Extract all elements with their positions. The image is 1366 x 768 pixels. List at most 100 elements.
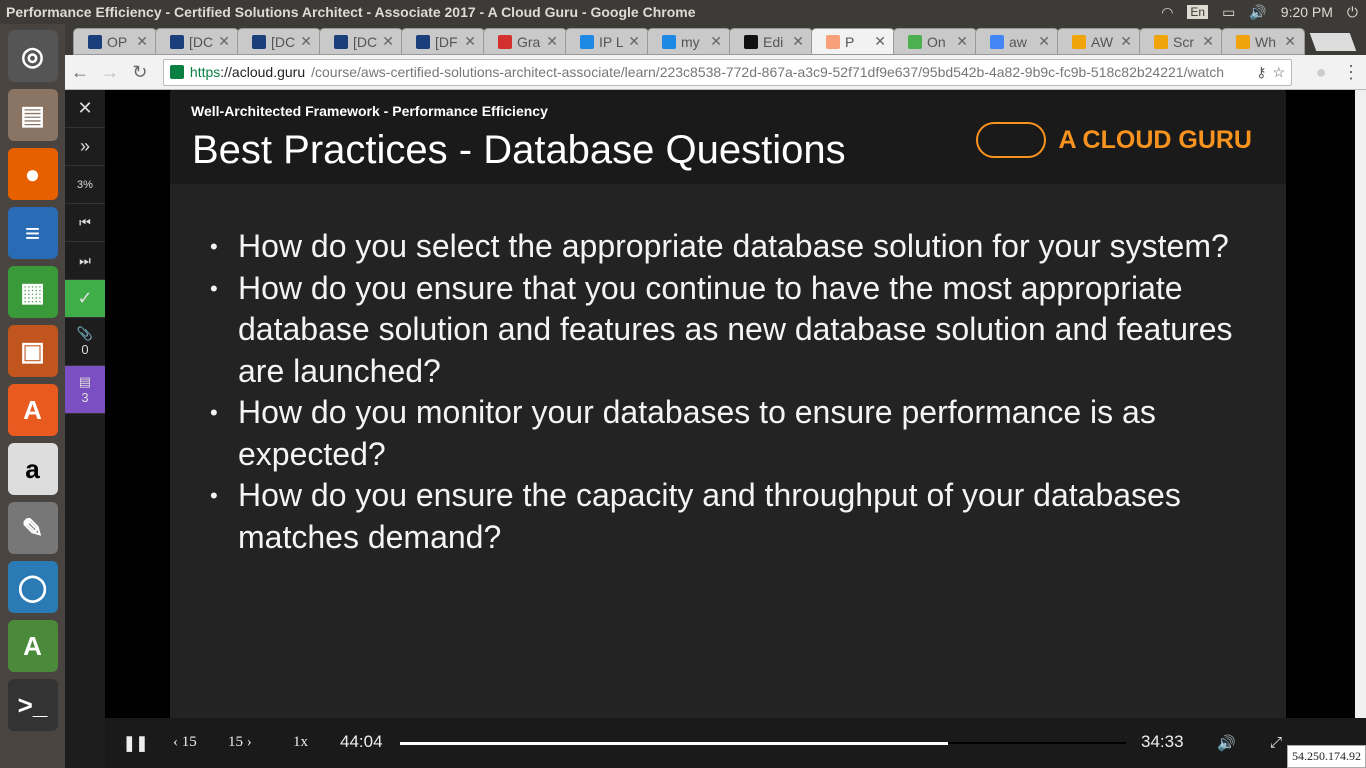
comment-icon: ▤ (78, 374, 92, 389)
remaining-time: 34:33 (1141, 732, 1184, 751)
a-cloud-guru-logo: A CLOUD GURU (976, 122, 1252, 158)
close-button[interactable]: ✕ (65, 90, 105, 128)
favicon-icon (990, 34, 1004, 49)
close-tab-icon[interactable]: ✕ (792, 33, 804, 50)
close-tab-icon[interactable]: ✕ (464, 33, 476, 50)
favicon-icon (826, 34, 840, 49)
tab-label: Edi (763, 33, 784, 50)
favicon-icon (416, 34, 430, 49)
comments-count: 3 (81, 390, 89, 405)
forward-15-button[interactable]: 15 › (228, 734, 252, 751)
window-title-bar: Performance Efficiency - Certified Solut… (0, 0, 1366, 24)
browser-tab[interactable]: my ✕ (647, 28, 731, 55)
favicon-icon (662, 34, 676, 49)
browser-tab[interactable]: aw ✕ (975, 28, 1059, 55)
browser-tab[interactable]: Gra ✕ (483, 28, 567, 55)
toolbar: ← → ↻ https://acloud.guru/course/aws-cer… (65, 55, 1366, 90)
close-tab-icon[interactable]: ✕ (1038, 33, 1050, 50)
favicon-icon (170, 34, 184, 49)
extension-icon[interactable]: ● (1306, 62, 1336, 83)
writer-icon[interactable]: ≡ (7, 207, 58, 259)
reload-button[interactable]: ↻ (125, 62, 155, 83)
close-tab-icon[interactable]: ✕ (300, 33, 312, 50)
browser-tab[interactable]: IP L ✕ (565, 28, 649, 55)
bullet-item: How do you monitor your databases to ens… (210, 392, 1250, 475)
volume-icon[interactable]: 🔊 (1249, 4, 1266, 21)
seek-bar[interactable] (400, 742, 1126, 745)
files-icon[interactable]: ▤ (7, 89, 58, 141)
power-icon[interactable]: ⏻ (1347, 4, 1358, 21)
slide-title: Best Practices - Database Questions (192, 128, 846, 172)
attachments-button[interactable]: 📎 0 (65, 318, 105, 366)
close-tab-icon[interactable]: ✕ (1284, 33, 1296, 50)
address-bar[interactable]: https://acloud.guru/course/aws-certified… (162, 58, 1293, 86)
expand-button[interactable]: » (65, 128, 105, 166)
next-lesson-button[interactable]: ⏭ (65, 242, 105, 280)
new-tab-button[interactable] (1309, 33, 1357, 51)
check-icon: ✓ (77, 288, 93, 308)
tab-label: Gra (517, 33, 541, 50)
pause-button[interactable]: ❚❚ (123, 734, 148, 752)
browser-tab[interactable]: OP ✕ (73, 28, 157, 55)
keyboard-language[interactable]: En (1187, 5, 1209, 19)
slide: Well-Architected Framework - Performance… (170, 90, 1286, 718)
close-tab-icon[interactable]: ✕ (1202, 33, 1214, 50)
rewind-15-button[interactable]: ‹ 15 (173, 734, 197, 751)
page-scrollbar[interactable] (1355, 90, 1366, 718)
close-tab-icon[interactable]: ✕ (136, 33, 148, 50)
favicon-icon (580, 34, 594, 49)
browser-tab[interactable]: [DC ✕ (319, 28, 403, 55)
mark-complete-button[interactable]: ✓ (65, 280, 105, 318)
close-tab-icon[interactable]: ✕ (874, 33, 886, 50)
browser-tab[interactable]: P ✕ (811, 28, 895, 55)
speed-button[interactable]: 1x (293, 734, 308, 751)
browser-tab[interactable]: Edi ✕ (729, 28, 813, 55)
software-center-icon[interactable]: A (7, 384, 58, 436)
updater-icon[interactable]: A (7, 620, 58, 672)
browser-tab[interactable]: Scr ✕ (1139, 28, 1223, 55)
close-tab-icon[interactable]: ✕ (956, 33, 968, 50)
volume-icon[interactable]: 🔊 (1217, 734, 1236, 753)
tab-label: [DC (353, 33, 378, 50)
close-tab-icon[interactable]: ✕ (218, 33, 230, 50)
calc-icon[interactable]: ▦ (7, 266, 58, 318)
browser-tab[interactable]: Wh ✕ (1221, 28, 1305, 55)
settings-icon[interactable]: ✎ (7, 502, 58, 554)
forward-button[interactable]: → (95, 62, 125, 83)
bookmark-star-icon[interactable]: ☆ (1272, 64, 1291, 81)
close-tab-icon[interactable]: ✕ (710, 33, 722, 50)
tab-label: [DC (189, 33, 214, 50)
impress-icon[interactable]: ▣ (7, 325, 58, 377)
browser-tab[interactable]: [DC ✕ (237, 28, 321, 55)
previous-lesson-button[interactable]: ⏮ (65, 204, 105, 242)
fullscreen-icon[interactable]: ⤢ (1270, 734, 1282, 752)
tab-label: [DF (435, 33, 458, 50)
close-tab-icon[interactable]: ✕ (1120, 33, 1132, 50)
browser-tab[interactable]: [DC ✕ (155, 28, 239, 55)
tab-label: OP (107, 33, 128, 50)
terminal-icon[interactable]: >_ (7, 679, 58, 731)
amazon-icon[interactable]: a (7, 443, 58, 495)
battery-icon[interactable]: ▭ (1222, 4, 1235, 21)
comments-button[interactable]: ▤ 3 (65, 366, 105, 414)
browser-tab[interactable]: [DF ✕ (401, 28, 485, 55)
tab-label: [DC (271, 33, 296, 50)
back-button[interactable]: ← (65, 62, 95, 83)
elapsed-time: 44:04 (340, 732, 383, 751)
tab-label: P (845, 33, 855, 50)
close-tab-icon[interactable]: ✕ (628, 33, 640, 50)
seek-bar-fill (400, 742, 949, 745)
browser-tab[interactable]: On ✕ (893, 28, 977, 55)
close-tab-icon[interactable]: ✕ (382, 33, 394, 50)
wifi-icon[interactable]: ◠ (1161, 4, 1173, 21)
clock[interactable]: 9:20 PM (1281, 4, 1333, 20)
menu-icon[interactable]: ⋮ (1336, 62, 1366, 83)
close-tab-icon[interactable]: ✕ (546, 33, 558, 50)
firefox-icon[interactable]: ● (7, 148, 58, 200)
browser-tab[interactable]: AW ✕ (1057, 28, 1141, 55)
key-icon[interactable]: ⚷ (1256, 64, 1266, 81)
tab-label: Wh (1255, 33, 1276, 50)
lock-icon (169, 65, 184, 79)
chat-icon[interactable]: ◯ (7, 561, 58, 613)
ubuntu-icon[interactable]: ◎ (7, 30, 58, 82)
